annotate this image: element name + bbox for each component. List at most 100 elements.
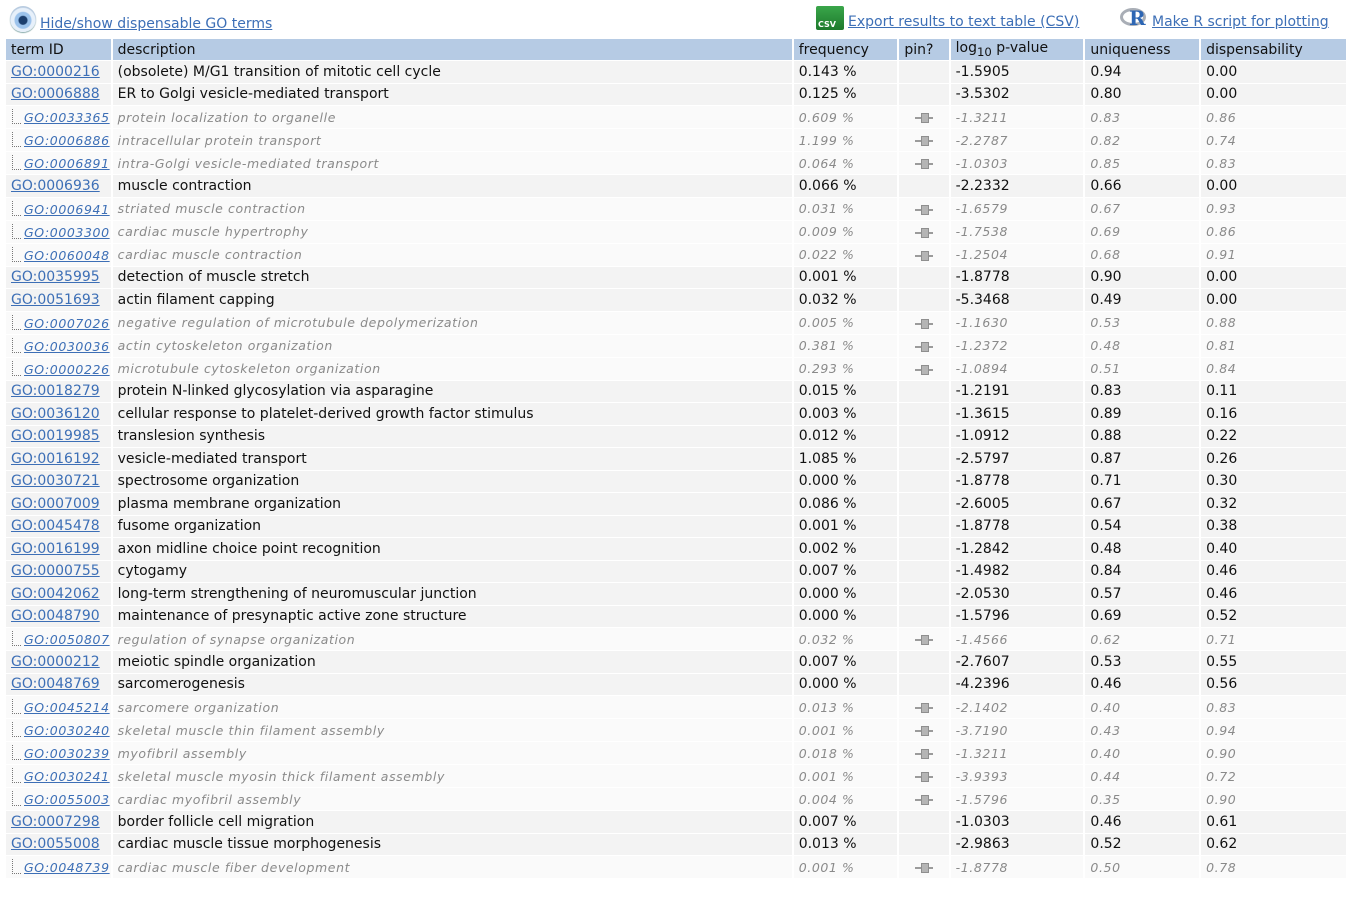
term-id-link[interactable]: GO:0003300 [24,225,110,240]
term-id-link[interactable]: GO:0006891 [24,156,110,171]
tree-connector [12,360,21,376]
term-id-link[interactable]: GO:0000212 [11,654,100,670]
term-id-link[interactable]: GO:0030240 [24,723,110,738]
term-id-link[interactable]: GO:0016199 [11,541,100,557]
term-id-link[interactable]: GO:0045478 [11,518,100,534]
pin-icon[interactable] [914,703,933,713]
description-cell: detection of muscle stretch [112,266,792,288]
dispensability-cell: 0.72 [1201,765,1346,787]
dispensable-term-row: GO:0060048 cardiac muscle contraction 0.02… [6,243,1346,266]
term-id-link[interactable]: GO:0060048 [24,248,110,263]
term-row: GO:0030721 spectrosome organization 0.000 … [6,470,1346,492]
term-id-link[interactable]: GO:0030239 [24,746,110,761]
term-id-link[interactable]: GO:0000216 [11,64,100,80]
pin-icon[interactable] [914,726,933,736]
term-id-link[interactable]: GO:0006888 [11,86,100,102]
pin-icon[interactable] [914,341,933,352]
tree-connector [12,337,21,353]
pin-icon[interactable] [914,250,933,261]
term-id-link[interactable]: GO:0030036 [24,339,110,354]
frequency-cell: 0.007 % [793,811,898,833]
term-id-link[interactable]: GO:0036120 [11,406,100,422]
term-id-link[interactable]: GO:0035995 [11,269,100,285]
pin-icon[interactable] [914,635,933,645]
pvalue-cell: -1.3615 [950,403,1084,425]
frequency-cell: 0.013 % [793,696,898,718]
col-header-frequency[interactable]: frequency [793,39,898,60]
term-id-link[interactable]: GO:0051693 [11,292,100,308]
term-id-link[interactable]: GO:0007009 [11,496,100,512]
pin-icon[interactable] [914,364,933,375]
pin-icon[interactable] [914,863,933,873]
term-id-link[interactable]: GO:0042062 [11,586,100,602]
uniqueness-cell: 0.53 [1085,311,1200,334]
term-id-link[interactable]: GO:0030721 [11,473,100,489]
dispensability-cell: 0.00 [1201,175,1346,197]
export-csv-tool[interactable]: Export results to text table (CSV) [816,6,1079,30]
csv-export-icon[interactable] [816,6,844,30]
pin-icon[interactable] [914,318,933,329]
description-cell: meiotic spindle organization [112,651,792,673]
description-cell: vesicle-mediated transport [112,448,792,470]
col-header-description[interactable]: description [112,39,792,60]
col-header-pin[interactable]: pin? [899,39,949,60]
r-script-tool[interactable]: Make R script for plotting [1120,6,1329,30]
col-header-uniqueness[interactable]: uniqueness [1085,39,1200,60]
term-id-link[interactable]: GO:0048769 [11,676,100,692]
uniqueness-cell: 0.49 [1085,289,1200,311]
uniqueness-cell: 0.40 [1085,742,1200,764]
pin-cell [899,311,949,334]
tree-connector [12,314,21,330]
pin-icon[interactable] [914,772,933,782]
eye-icon[interactable] [10,6,36,32]
term-id-link[interactable]: GO:0019985 [11,428,100,444]
uniqueness-cell: 0.67 [1085,197,1200,220]
hide-show-dispensable-tool[interactable]: Hide/show dispensable GO terms [10,6,272,32]
pin-icon[interactable] [914,113,933,123]
frequency-cell: 0.001 % [793,856,898,878]
pin-cell [899,493,949,515]
pvalue-cell: -1.0303 [950,811,1084,833]
col-header-dispensability[interactable]: dispensability [1201,39,1346,60]
term-id-link[interactable]: GO:0006886 [24,133,110,148]
pin-icon[interactable] [914,795,933,805]
frequency-cell: 0.125 % [793,83,898,105]
term-id-link[interactable]: GO:0048739 [24,860,110,875]
r-script-link[interactable]: Make R script for plotting [1152,14,1329,30]
term-id-link[interactable]: GO:0000755 [11,563,100,579]
term-id-link[interactable]: GO:0006941 [24,202,110,217]
pin-icon[interactable] [914,159,933,169]
hide-show-dispensable-link[interactable]: Hide/show dispensable GO terms [40,16,272,32]
pin-icon[interactable] [914,204,933,215]
uniqueness-cell: 0.69 [1085,220,1200,243]
term-id-link[interactable]: GO:0007298 [11,814,100,830]
term-id-link[interactable]: GO:0016192 [11,451,100,467]
term-id-link[interactable]: GO:0033365 [24,110,110,125]
term-id-link[interactable]: GO:0006936 [11,178,100,194]
col-header-pvalue[interactable]: log10 p-value [950,39,1084,60]
term-id-link[interactable]: GO:0055003 [24,792,110,807]
tree-connector [12,132,21,147]
r-logo-icon[interactable] [1120,6,1148,30]
pin-icon[interactable] [914,749,933,759]
term-id-link[interactable]: GO:0050807 [24,632,110,647]
pin-cell [899,788,949,810]
pin-icon[interactable] [914,227,933,238]
term-id-link[interactable]: GO:0007026 [24,316,110,331]
export-csv-link[interactable]: Export results to text table (CSV) [848,14,1079,30]
term-id-link[interactable]: GO:0000226 [24,362,110,377]
pin-cell [899,628,949,650]
pin-icon[interactable] [914,136,933,146]
uniqueness-cell: 0.89 [1085,403,1200,425]
term-id-link[interactable]: GO:0055008 [11,836,100,852]
frequency-cell: 1.085 % [793,448,898,470]
term-id-link[interactable]: GO:0048790 [11,608,100,624]
term-id-cell: GO:0048769 [6,673,111,695]
term-id-link[interactable]: GO:0030241 [24,769,110,784]
term-id-cell: GO:0018279 [6,380,111,402]
pin-cell [899,266,949,288]
uniqueness-cell: 0.83 [1085,106,1200,128]
col-header-term-id[interactable]: term ID [6,39,111,60]
term-id-link[interactable]: GO:0045214 [24,700,110,715]
term-id-link[interactable]: GO:0018279 [11,383,100,399]
